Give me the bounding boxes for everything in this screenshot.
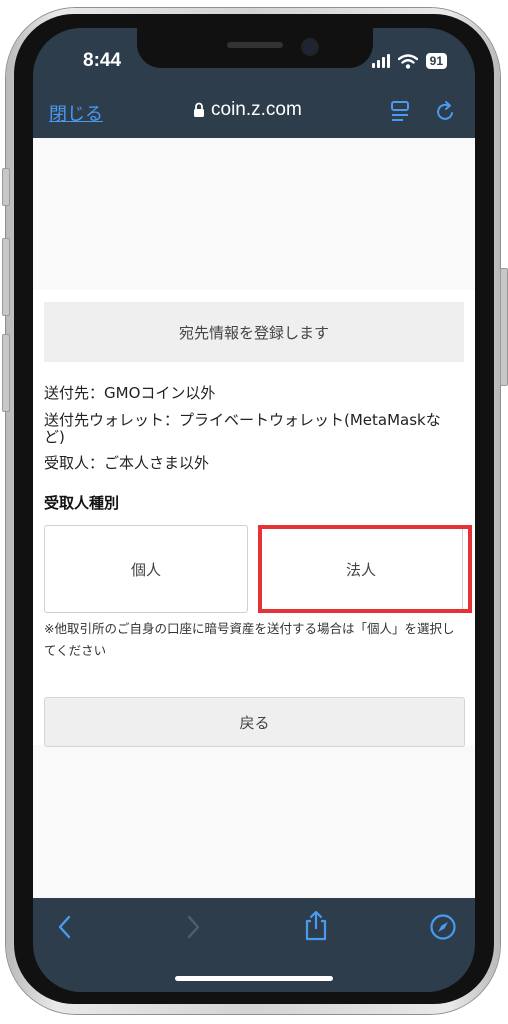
browser-bar: 閉じる coin.z.com	[33, 88, 475, 138]
back-button[interactable]: 戻る	[44, 697, 465, 747]
info-destination: 送付先：GMOコイン以外	[44, 384, 216, 402]
screen: 8:44 91 閉じる coin.z.com 宛先情報を登録します 送付先：GM…	[33, 28, 475, 992]
individual-button[interactable]: 個人	[44, 525, 248, 613]
browser-toolbar	[33, 898, 475, 992]
speaker	[227, 42, 283, 48]
registration-page: 宛先情報を登録します 送付先：GMOコイン以外 送付先ウォレット：プライベートウ…	[33, 290, 475, 747]
status-icons: 91	[371, 53, 447, 69]
info-recipient: 受取人：ご本人さま以外	[44, 454, 210, 472]
highlight-box	[258, 525, 472, 613]
battery-indicator: 91	[425, 53, 447, 69]
address-bar[interactable]: coin.z.com	[193, 99, 302, 121]
wifi-icon	[397, 53, 418, 69]
home-indicator[interactable]	[175, 976, 333, 981]
recipient-type-title: 受取人種別	[44, 494, 120, 512]
status-time: 8:44	[83, 50, 122, 71]
side-button	[2, 168, 10, 206]
info-wallet: 送付先ウォレット：プライベートウォレット(MetaMaskなど)	[44, 411, 441, 446]
camera	[301, 38, 319, 56]
side-button	[2, 334, 10, 412]
notch	[137, 28, 373, 68]
signal-icon	[371, 54, 390, 68]
forward-icon[interactable]	[185, 914, 201, 940]
power-button	[500, 268, 508, 386]
lock-icon	[194, 102, 204, 117]
reload-icon[interactable]	[435, 100, 457, 124]
web-content: 宛先情報を登録します 送付先：GMOコイン以外 送付先ウォレット：プライベートウ…	[33, 138, 475, 898]
page-heading: 宛先情報を登録します	[44, 302, 464, 362]
share-icon[interactable]	[303, 910, 329, 942]
compass-icon[interactable]	[429, 913, 457, 941]
reader-icon[interactable]	[389, 100, 411, 124]
url-text: coin.z.com	[211, 99, 302, 120]
side-button	[2, 238, 10, 316]
close-button[interactable]: 閉じる	[49, 100, 103, 126]
note-text: ※他取引所のご自身の口座に暗号資産を送付する場合は「個人」を選択してください	[44, 621, 455, 658]
back-icon[interactable]	[57, 914, 73, 940]
